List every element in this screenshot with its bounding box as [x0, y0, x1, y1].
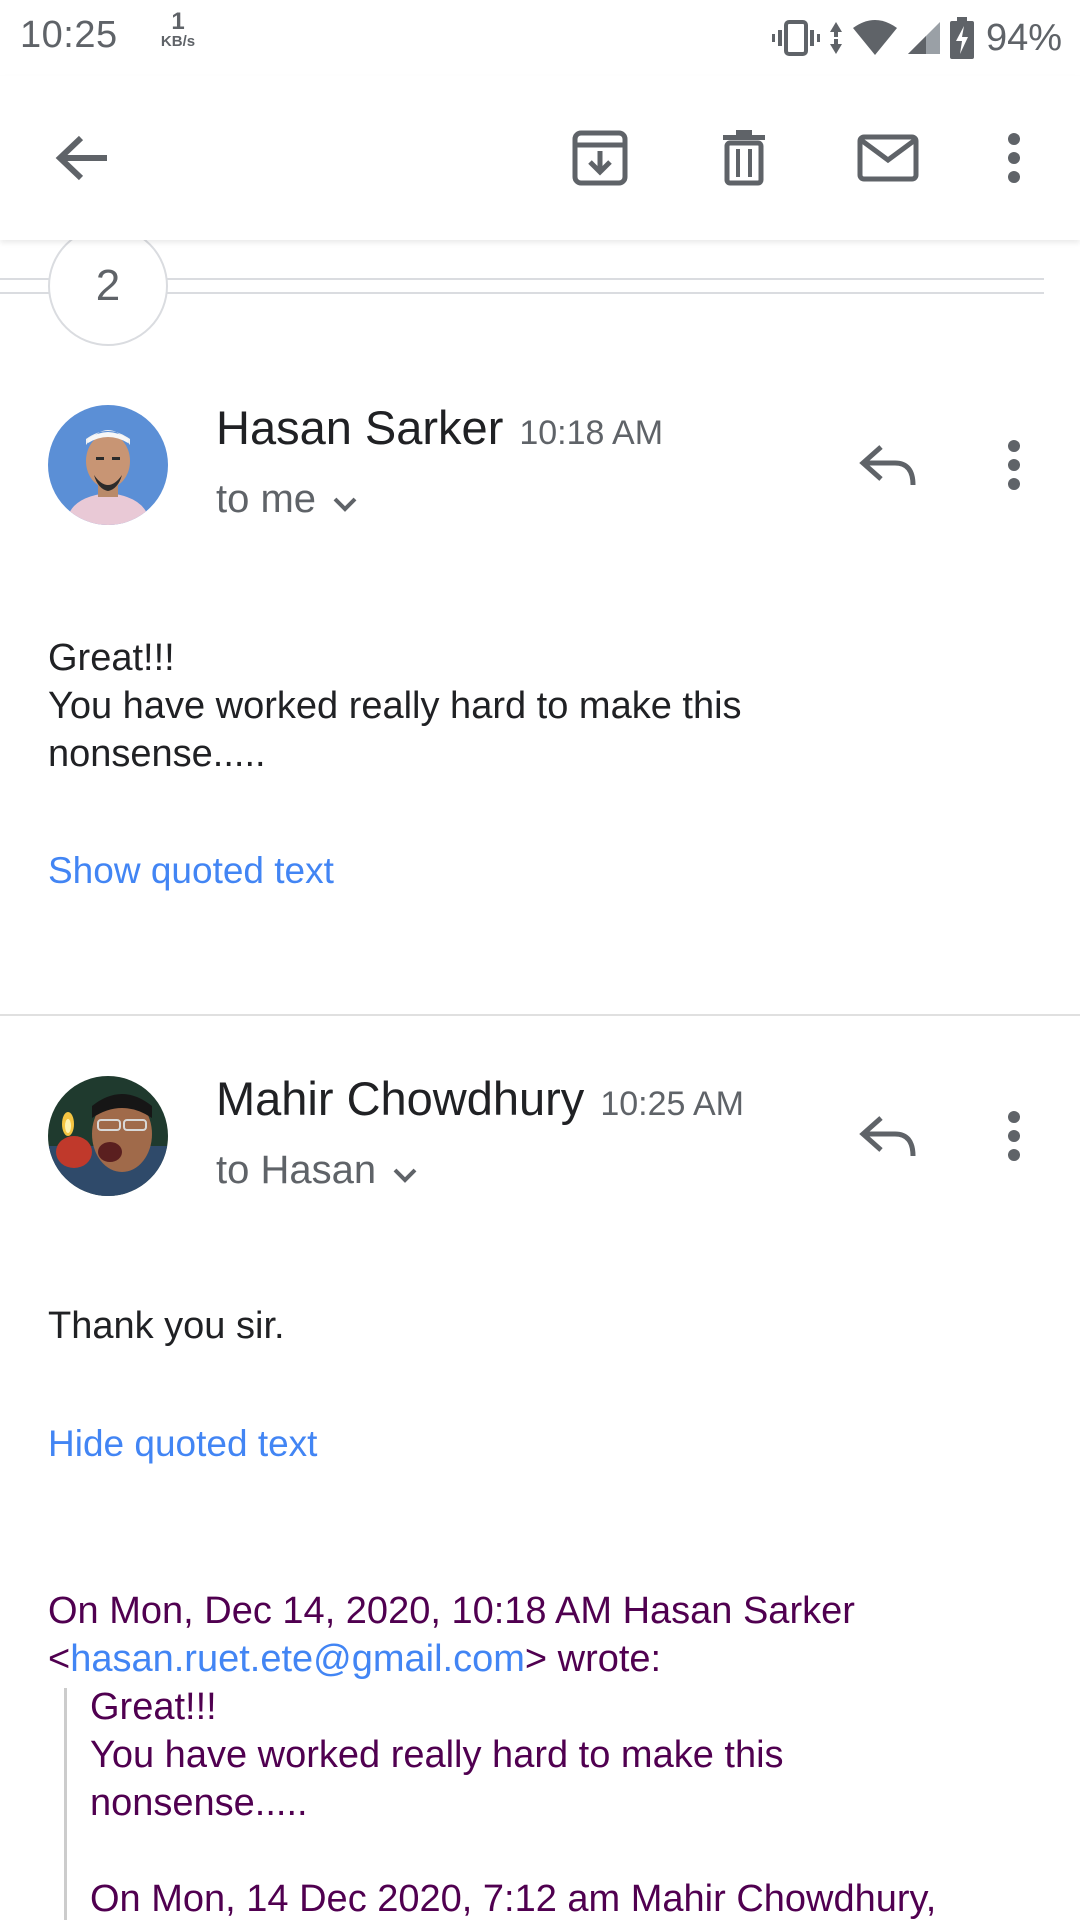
- collapsed-messages-count[interactable]: 2: [48, 226, 168, 346]
- reply-button[interactable]: [840, 417, 936, 513]
- quoted-line: nonsense.....: [90, 1782, 308, 1824]
- chevron-down-icon: [376, 1148, 418, 1193]
- more-options-button[interactable]: [966, 110, 1062, 206]
- avatar[interactable]: [48, 405, 168, 525]
- wifi-icon: [852, 20, 898, 56]
- status-icons: 94%: [771, 14, 1062, 62]
- archive-icon: [571, 129, 629, 187]
- message-more-button[interactable]: [966, 1088, 1062, 1184]
- quote-header-line: On Mon, Dec 14, 2020, 10:18 AM Hasan Sar…: [48, 1590, 855, 1632]
- quote-wrote-label: > wrote:: [524, 1638, 662, 1680]
- recipient-label: to me: [216, 476, 317, 521]
- cell-signal-icon: [906, 20, 942, 56]
- recipient-label: to Hasan: [216, 1147, 377, 1192]
- more-vert-icon: [1006, 1110, 1022, 1162]
- more-vert-icon: [1006, 439, 1022, 491]
- network-speed: 1 KB/s: [154, 8, 202, 50]
- message-body: Great!!! You have worked really hard to …: [48, 634, 1008, 778]
- recipient-details-toggle[interactable]: to me: [216, 474, 358, 524]
- reply-button[interactable]: [840, 1088, 936, 1184]
- sender-line: Mahir Chowdhury 10:25 AM: [216, 1071, 744, 1131]
- delete-icon: [719, 129, 769, 187]
- sender-name[interactable]: Mahir Chowdhury: [216, 1071, 584, 1126]
- quoted-blank-line: [90, 1827, 1050, 1875]
- status-bar: 10:25 1 KB/s 94%: [0, 0, 1080, 76]
- reply-icon: [859, 1114, 917, 1158]
- nested-quote-header: On Mon, 14 Dec 2020, 7:12 am Mahir Chowd…: [90, 1878, 937, 1920]
- network-speed-unit: KB/s: [160, 33, 196, 50]
- body-line: Great!!!: [48, 637, 175, 679]
- quote-bracket-open: <: [48, 1638, 71, 1680]
- delete-button[interactable]: [696, 110, 792, 206]
- back-arrow-icon: [55, 135, 109, 181]
- network-speed-value: 1: [171, 8, 185, 35]
- hide-quoted-text-link[interactable]: Hide quoted text: [48, 1423, 317, 1465]
- quoted-body: Great!!! You have worked really hard to …: [90, 1683, 1050, 1923]
- data-arrows-icon: [828, 20, 844, 56]
- quote-header: On Mon, Dec 14, 2020, 10:18 AM Hasan Sar…: [48, 1587, 1048, 1683]
- body-line: You have worked really hard to make this: [48, 685, 742, 727]
- archive-button[interactable]: [552, 110, 648, 206]
- quote-bar: [64, 1688, 67, 1920]
- sender-line: Hasan Sarker 10:18 AM: [216, 400, 663, 460]
- battery-percent: 94%: [985, 16, 1062, 59]
- message-time: 10:18 AM: [519, 414, 664, 452]
- avatar[interactable]: [48, 1076, 168, 1196]
- back-button[interactable]: [34, 110, 130, 206]
- quoted-line: You have worked really hard to make this: [90, 1734, 784, 1776]
- message-time: 10:25 AM: [600, 1085, 744, 1123]
- reply-icon: [859, 443, 917, 487]
- show-quoted-text-link[interactable]: Show quoted text: [48, 850, 334, 892]
- quote-header-line: <hasan.ruet.ete@gmail.com> wrote:: [48, 1635, 1048, 1683]
- vibrate-icon: [771, 18, 820, 58]
- message-more-button[interactable]: [966, 417, 1062, 513]
- status-time: 10:25: [20, 14, 118, 56]
- body-line: nonsense.....: [48, 733, 266, 775]
- message-divider: [0, 1014, 1080, 1016]
- message-body: Thank you sir.: [48, 1302, 1008, 1350]
- body-line: Thank you sir.: [48, 1305, 285, 1347]
- sender-name[interactable]: Hasan Sarker: [216, 400, 503, 455]
- recipient-details-toggle[interactable]: to Hasan: [216, 1145, 418, 1195]
- mark-unread-icon: [857, 134, 919, 182]
- mark-unread-button[interactable]: [840, 110, 936, 206]
- chevron-down-icon: [316, 477, 358, 522]
- app-bar: [0, 76, 1080, 240]
- battery-charging-icon: [949, 17, 974, 59]
- quote-email-link[interactable]: hasan.ruet.ete@gmail.com: [70, 1638, 525, 1680]
- more-vert-icon: [1006, 132, 1022, 184]
- quoted-line: Great!!!: [90, 1686, 217, 1728]
